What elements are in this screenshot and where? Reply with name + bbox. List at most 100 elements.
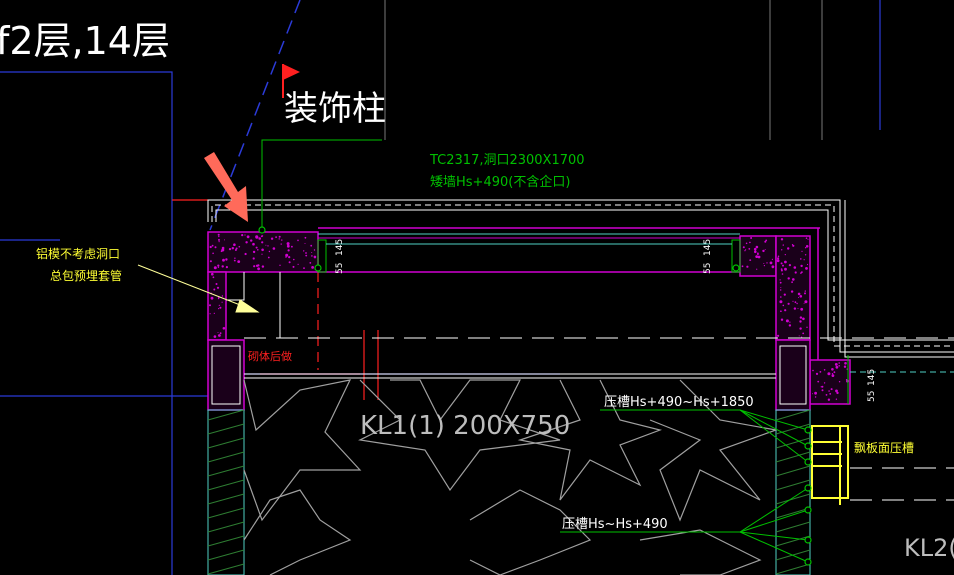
window-spec-line1: TC2317,洞口2300X1700 bbox=[429, 153, 585, 168]
speckle-dot bbox=[803, 302, 805, 304]
speckle-dot bbox=[831, 368, 834, 371]
speckle-dot bbox=[805, 267, 808, 270]
speckle-dot bbox=[801, 250, 803, 252]
speckle-dot bbox=[788, 264, 792, 267]
hatch-line bbox=[207, 423, 245, 435]
speckle-dot bbox=[798, 335, 800, 337]
speckle-dot bbox=[780, 238, 784, 241]
speckle-dot bbox=[216, 286, 220, 289]
speckle-dot bbox=[304, 243, 306, 244]
speckle-dot bbox=[217, 233, 220, 236]
wall-outline bbox=[207, 199, 954, 358]
column-left bbox=[207, 339, 245, 411]
speckle-dot bbox=[252, 250, 256, 254]
speckle-dot bbox=[741, 265, 744, 268]
speckle-dot bbox=[792, 300, 794, 302]
speckle-dot bbox=[255, 246, 258, 249]
speckle-dot bbox=[305, 252, 307, 254]
speckle-dot bbox=[784, 309, 787, 312]
speckle-dot bbox=[309, 262, 312, 264]
hatched-wall-left bbox=[207, 409, 245, 575]
speckle-dot bbox=[803, 259, 805, 261]
speckle-dot bbox=[831, 373, 834, 375]
speckle-dot bbox=[814, 391, 817, 395]
press-slot-top-label: 压槽Hs+490~Hs+1850 bbox=[604, 395, 754, 410]
speckle-dot bbox=[311, 255, 313, 257]
speckle-dot bbox=[771, 265, 775, 269]
speckle-dot bbox=[255, 235, 259, 239]
cad-drawing-canvas[interactable]: f2层,14层 装饰柱 TC2317,洞口2300X1700 矮墙Hs+490(… bbox=[0, 0, 954, 575]
hatch-line bbox=[207, 549, 245, 561]
speckle-dot bbox=[755, 245, 759, 249]
hatch-line bbox=[207, 479, 245, 491]
frame-lines bbox=[384, 0, 823, 140]
speckle-dot bbox=[215, 283, 218, 285]
speckle-dot bbox=[754, 250, 757, 254]
speckle-dot bbox=[742, 246, 745, 249]
speckle-dot bbox=[304, 236, 307, 239]
speckle-dot bbox=[209, 304, 211, 307]
speckle-dot bbox=[806, 326, 808, 328]
speckle-dot bbox=[252, 257, 255, 260]
note-line1: 铝模不考虑洞口 bbox=[36, 246, 120, 261]
speckle-dot bbox=[749, 259, 752, 261]
hatch-line bbox=[775, 409, 811, 421]
arrow-pointer-icon bbox=[204, 152, 248, 222]
speckle-dot bbox=[799, 295, 803, 298]
note-line2: 总包预埋套管 bbox=[50, 268, 122, 283]
speckle-dot bbox=[287, 249, 290, 252]
speckle-dot bbox=[829, 372, 831, 374]
masonry-note: 砌体后做 bbox=[248, 349, 292, 363]
speckle-dot bbox=[793, 266, 797, 269]
speckle-dot bbox=[291, 245, 293, 248]
hatch-line bbox=[207, 563, 245, 575]
speckle-dot bbox=[288, 256, 291, 259]
beam-label-kl1: KL1(1) 200X750 bbox=[360, 411, 570, 441]
speckle-dot bbox=[794, 301, 797, 304]
speckle-dot bbox=[804, 254, 807, 256]
speckle-dot bbox=[835, 389, 838, 393]
speckle-dot bbox=[823, 369, 826, 371]
speckle-dot bbox=[219, 306, 222, 309]
speckle-dot bbox=[805, 237, 808, 239]
speckle-dot bbox=[823, 382, 826, 384]
blue-reference-lines bbox=[0, 0, 881, 575]
speckle-dot bbox=[756, 268, 758, 270]
beam-zigzag bbox=[639, 529, 762, 575]
speckle-dot bbox=[814, 396, 817, 398]
speckle-dot bbox=[763, 263, 765, 264]
speckle-dot bbox=[835, 398, 838, 400]
speckle-dot bbox=[265, 244, 267, 246]
speckle-dot bbox=[210, 296, 214, 300]
speckle-dot bbox=[755, 255, 759, 258]
hatch-line bbox=[775, 465, 811, 477]
speckle-dot bbox=[750, 237, 753, 239]
speckle-dot bbox=[834, 363, 838, 366]
speckle-dot bbox=[224, 239, 225, 241]
speckle-dot bbox=[745, 242, 748, 245]
speckle-dot bbox=[221, 246, 225, 250]
speckle-dot bbox=[780, 310, 782, 313]
speckle-dot bbox=[802, 332, 805, 335]
speckle-dot bbox=[779, 279, 781, 281]
speckle-dot bbox=[780, 268, 783, 270]
speckle-dot bbox=[222, 258, 225, 262]
hatch-line bbox=[207, 437, 245, 449]
speckle-dot bbox=[787, 247, 790, 250]
speckle-dot bbox=[802, 317, 805, 321]
speckle-dot bbox=[246, 235, 250, 239]
speckle-dot bbox=[777, 255, 780, 258]
dim-145-left: 145 bbox=[335, 239, 345, 256]
red-lines bbox=[172, 199, 379, 400]
speckle-dot bbox=[218, 241, 220, 243]
speckle-dot bbox=[238, 245, 241, 248]
speckle-dot bbox=[213, 312, 215, 314]
speckle-dot bbox=[213, 288, 216, 291]
speckle-dot bbox=[782, 304, 785, 307]
speckle-dot bbox=[212, 252, 214, 255]
speckle-dot bbox=[310, 244, 313, 247]
speckle-dot bbox=[785, 319, 789, 323]
speckle-dot bbox=[784, 267, 787, 271]
speckle-dot bbox=[235, 247, 238, 250]
speckle-dot bbox=[766, 262, 768, 264]
